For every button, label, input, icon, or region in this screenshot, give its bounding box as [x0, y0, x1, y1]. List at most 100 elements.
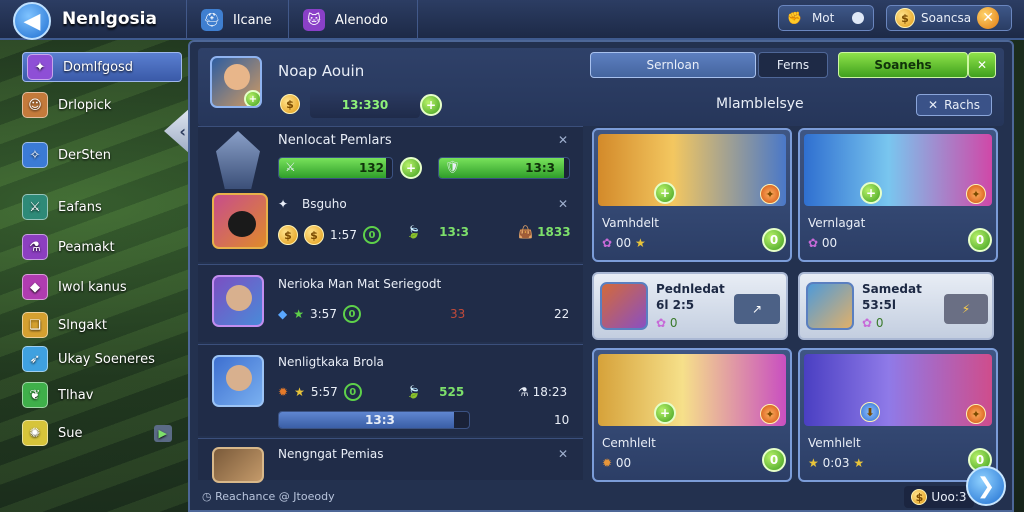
- currency-value: 13:330: [310, 92, 420, 118]
- sidebar-item-2[interactable]: ✧ DerSten: [22, 140, 182, 170]
- knight-helmet-icon: [216, 131, 260, 189]
- card-stat: ✹ 00: [602, 456, 631, 470]
- star-icon: ★: [635, 236, 646, 250]
- gold-panel[interactable]: $ Soancsa ✕: [886, 5, 1012, 31]
- card-value: 0: [875, 316, 884, 330]
- stat-value: 3:57: [310, 307, 337, 321]
- hero-card[interactable]: ⬇ ✦ Vemhlelt ★ 0:03 ★ 0: [798, 348, 998, 482]
- tab-label: Alenodo: [335, 12, 388, 28]
- card-line: 53:5l: [862, 298, 896, 312]
- avatar[interactable]: +: [210, 56, 262, 108]
- item-card[interactable]: Samedat 53:5l ✿ 0 ⚡: [798, 272, 994, 340]
- card-art: + ✦: [598, 354, 786, 426]
- zero-icon: 0: [362, 226, 381, 244]
- tab-ferns[interactable]: Ferns: [758, 52, 828, 78]
- fist-icon: ✊: [787, 11, 802, 25]
- stat-value: 5:57: [310, 385, 338, 399]
- card-art: + ✦: [804, 134, 992, 206]
- next-button[interactable]: ❯: [966, 466, 1006, 506]
- fire-icon: ✹: [602, 456, 613, 470]
- avatar[interactable]: [212, 355, 264, 407]
- sidebar-item-0[interactable]: ✦ Domlfgosd: [22, 52, 182, 82]
- sidebar-item-7[interactable]: ➶ Ukay Soeneres: [22, 344, 182, 374]
- coin-icon: $: [280, 94, 300, 114]
- bar-value: 13:3: [365, 413, 395, 427]
- sidebar-item-label: Sue: [58, 425, 83, 441]
- gem-icon: ◆: [278, 307, 288, 321]
- stat-value: 525: [439, 385, 465, 399]
- mode-toggle[interactable]: ✊ Mot: [778, 5, 874, 31]
- list-item[interactable]: Nerioka Man Mat Seriegodt ◆ ★ 3:57 0 33 2…: [198, 264, 583, 342]
- plus-icon[interactable]: +: [400, 157, 422, 179]
- card-stat: ★ 0:03 ★: [808, 456, 864, 470]
- coin-icon: $: [304, 225, 324, 245]
- tab-ilcane[interactable]: ⛑ Ilcane: [186, 0, 286, 40]
- toggle-knob-icon: [852, 12, 865, 24]
- list-item[interactable]: Nenligtkaka Brola ✹ ★ 5:57 0 🍃 525 ⚗ 18:2…: [198, 344, 583, 436]
- card-action-button[interactable]: 0: [968, 228, 992, 252]
- scroll-icon: ❏: [22, 312, 48, 338]
- item-card[interactable]: Pednledat 6l 2:5 ✿ 0 ↗: [592, 272, 788, 340]
- hero-card[interactable]: + ✦ Vamhdelt ✿ 00 ★ 0: [592, 128, 792, 262]
- close-icon[interactable]: ✕: [558, 197, 568, 211]
- footer-counter: $ Uoo:3: [904, 486, 974, 508]
- card-stat: ✿ 0: [656, 316, 678, 330]
- gem-icon: ✿: [862, 316, 873, 330]
- card-action-button[interactable]: 0: [762, 448, 786, 472]
- cat-icon: 🐱: [303, 9, 325, 31]
- zero-icon: 0: [343, 383, 362, 401]
- sidebar-item-4[interactable]: ⚗ Peamakt: [22, 232, 182, 262]
- tab-sernloan[interactable]: Sernloan: [590, 52, 756, 78]
- add-currency-button[interactable]: +: [420, 94, 442, 116]
- top-bar: ◀ Nenlgosia ⛑ Ilcane 🐱 Alenodo ✊ Mot $ S…: [0, 0, 1024, 40]
- confirm-button[interactable]: Soanehs: [838, 52, 968, 78]
- progress-bar: 13:3: [278, 411, 470, 429]
- avatar[interactable]: [212, 193, 268, 249]
- potion-icon: ⚗: [518, 385, 529, 399]
- list-item[interactable]: Nenlocat Pemlars ✕ 132 ⚔ + 13:3 🛡 ✦ Bsguho…: [198, 126, 583, 262]
- avatar[interactable]: [212, 275, 264, 327]
- plus-icon: +: [860, 182, 882, 204]
- plus-icon: +: [654, 182, 676, 204]
- play-icon[interactable]: ▶: [153, 424, 172, 442]
- arrow-left-icon: ◀: [23, 8, 41, 34]
- list-item[interactable]: Nengngat Pemias ✕: [198, 438, 583, 483]
- bag-icon: 👜: [518, 225, 533, 239]
- bar-value: 132: [358, 161, 384, 175]
- hero-card[interactable]: + ✦ Vernlagat ✿ 00 0: [798, 128, 998, 262]
- fire-icon: ✦: [966, 184, 986, 204]
- close-icon[interactable]: ✕: [968, 52, 996, 78]
- sidebar-item-3[interactable]: ⚔ Eafans: [22, 192, 182, 222]
- card-title: Samedat: [862, 282, 922, 296]
- stat-value: 10: [554, 413, 570, 427]
- item-title: Nenligtkaka Brola: [278, 355, 384, 369]
- sidebar-item-9[interactable]: ✺ Sue ▶: [22, 418, 182, 448]
- tab-alenodo[interactable]: 🐱 Alenodo: [288, 0, 418, 40]
- sidebar-item-1[interactable]: ☺ Drlopick: [22, 90, 182, 120]
- stat-line: 🍃 525: [406, 385, 464, 399]
- card-name: Vamhdelt: [602, 216, 659, 230]
- close-icon[interactable]: ✕: [558, 133, 568, 147]
- avatar[interactable]: [212, 447, 264, 483]
- card-arrow-button[interactable]: ↗: [734, 294, 780, 324]
- star-icon: ★: [808, 456, 819, 470]
- hero-face-icon: [224, 64, 250, 90]
- sidebar-item-label: Peamakt: [58, 239, 115, 255]
- rachs-button[interactable]: ✕ Rachs: [916, 94, 992, 116]
- leaf-icon: ❦: [22, 382, 48, 408]
- card-stat: ✿ 00: [808, 236, 837, 250]
- card-action-button[interactable]: 0: [762, 228, 786, 252]
- fire-icon: ✦: [966, 404, 986, 424]
- sidebar-item-8[interactable]: ❦ Tlhav: [22, 380, 182, 410]
- hero-card[interactable]: + ✦ Cemhlelt ✹ 00 0: [592, 348, 792, 482]
- close-icon[interactable]: ✕: [558, 447, 568, 461]
- close-icon[interactable]: ✕: [977, 7, 1000, 29]
- sidebar-item-label: Domlfgosd: [63, 59, 134, 75]
- star-icon: ★: [293, 307, 304, 321]
- rachs-label: Rachs: [944, 98, 980, 112]
- card-boost-button[interactable]: ⚡: [944, 294, 988, 324]
- sidebar-item-5[interactable]: ◆ Iwol kanus: [22, 272, 182, 302]
- back-button[interactable]: ◀: [13, 2, 51, 40]
- sidebar-item-6[interactable]: ❏ Slngakt: [22, 310, 182, 340]
- card-name: Vernlagat: [808, 216, 866, 230]
